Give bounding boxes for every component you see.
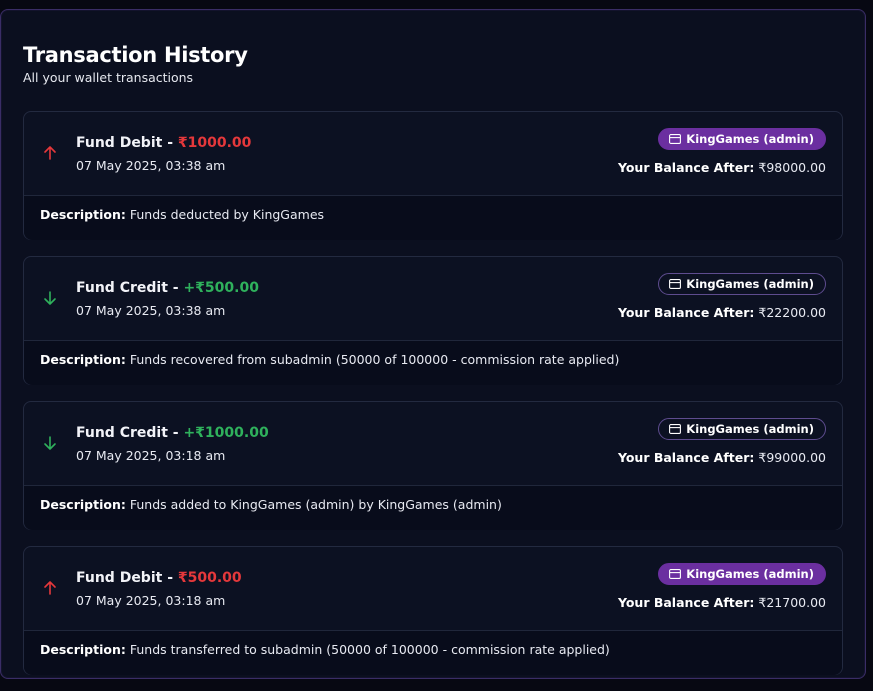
transaction-amount: +₹500.00 (183, 280, 259, 296)
transaction-history-panel: Transaction History All your wallet tran… (0, 9, 866, 679)
transaction-description: Description: Funds recovered from subadm… (40, 352, 619, 367)
account-badge[interactable]: KingGames (admin) (658, 563, 826, 585)
wallet-card-icon (669, 279, 682, 289)
arrow-down-icon (44, 291, 56, 305)
title-separator: - (162, 135, 178, 151)
transaction-amount: ₹1000.00 (177, 135, 252, 151)
transaction-summary: Fund Credit - +₹500.00 07 May 2025, 03:3… (24, 257, 842, 341)
arrow-up-icon (44, 146, 56, 160)
balance-after-label: Your Balance After: (617, 305, 755, 320)
title-separator: - (167, 425, 184, 441)
arrow-down-icon (44, 436, 56, 450)
transaction-card[interactable]: Fund Debit - ₹1000.00 07 May 2025, 03:38… (23, 111, 843, 240)
balance-after: Your Balance After: ₹99000.00 (618, 450, 826, 465)
transaction-date: 07 May 2025, 03:38 am (76, 158, 226, 173)
transaction-summary: Fund Debit - ₹1000.00 07 May 2025, 03:38… (24, 112, 842, 196)
transaction-title: Fund Credit - +₹500.00 (76, 280, 259, 296)
arrow-up-icon (44, 581, 56, 595)
transaction-description: Description: Funds added to KingGames (a… (40, 497, 502, 512)
transaction-amount: ₹500.00 (177, 570, 242, 586)
description-label: Description: (40, 497, 126, 512)
description-label: Description: (40, 642, 126, 657)
description-text: Funds deducted by KingGames (129, 207, 325, 222)
description-label: Description: (40, 207, 126, 222)
description-text: Funds added to KingGames (admin) by King… (129, 497, 502, 512)
description-label: Description: (40, 352, 126, 367)
title-separator: - (162, 570, 178, 586)
balance-after: Your Balance After: ₹98000.00 (618, 160, 826, 175)
account-badge-label: KingGames (admin) (686, 277, 814, 291)
transaction-list: Fund Debit - ₹1000.00 07 May 2025, 03:38… (23, 111, 843, 691)
transaction-amount: +₹1000.00 (183, 425, 269, 441)
transaction-card[interactable]: Fund Debit - ₹500.00 07 May 2025, 03:18 … (23, 546, 843, 675)
transaction-type: Fund Credit (76, 425, 168, 441)
balance-after-value: ₹99000.00 (758, 450, 826, 465)
description-text: Funds transferred to subadmin (50000 of … (129, 642, 610, 657)
transaction-summary: Fund Credit - +₹1000.00 07 May 2025, 03:… (24, 402, 842, 486)
page-subtitle: All your wallet transactions (23, 70, 194, 85)
transaction-description-row: Description: Funds recovered from subadm… (24, 341, 842, 385)
transaction-type: Fund Debit (76, 135, 163, 151)
balance-after-label: Your Balance After: (617, 160, 755, 175)
balance-after-value: ₹21700.00 (758, 595, 826, 610)
title-separator: - (167, 280, 184, 296)
transaction-title: Fund Debit - ₹1000.00 (76, 135, 251, 151)
account-badge-label: KingGames (admin) (686, 422, 814, 436)
transaction-summary: Fund Debit - ₹500.00 07 May 2025, 03:18 … (24, 547, 842, 631)
transaction-description: Description: Funds deducted by KingGames (40, 207, 324, 222)
balance-after: Your Balance After: ₹22200.00 (618, 305, 826, 320)
balance-after: Your Balance After: ₹21700.00 (618, 595, 826, 610)
account-badge-label: KingGames (admin) (686, 132, 814, 146)
transaction-description: Description: Funds transferred to subadm… (40, 642, 610, 657)
transaction-description-row: Description: Funds added to KingGames (a… (24, 486, 842, 530)
wallet-card-icon (669, 424, 682, 434)
transaction-date: 07 May 2025, 03:18 am (76, 593, 226, 608)
transaction-description-row: Description: Funds transferred to subadm… (24, 631, 842, 675)
account-badge-label: KingGames (admin) (686, 567, 814, 581)
transaction-card[interactable]: Fund Credit - +₹1000.00 07 May 2025, 03:… (23, 401, 843, 530)
page-title: Transaction History (23, 43, 248, 67)
account-badge[interactable]: KingGames (admin) (658, 128, 826, 150)
wallet-card-icon (669, 569, 682, 579)
transaction-date: 07 May 2025, 03:18 am (76, 448, 226, 463)
transaction-card[interactable]: Fund Credit - +₹500.00 07 May 2025, 03:3… (23, 256, 843, 385)
transaction-type: Fund Debit (76, 570, 163, 586)
transaction-description-row: Description: Funds deducted by KingGames (24, 196, 842, 240)
transaction-date: 07 May 2025, 03:38 am (76, 303, 226, 318)
wallet-card-icon (669, 134, 682, 144)
description-text: Funds recovered from subadmin (50000 of … (129, 352, 620, 367)
transaction-type: Fund Credit (76, 280, 168, 296)
balance-after-value: ₹98000.00 (758, 160, 826, 175)
account-badge[interactable]: KingGames (admin) (658, 273, 826, 295)
balance-after-label: Your Balance After: (617, 450, 755, 465)
account-badge[interactable]: KingGames (admin) (658, 418, 826, 440)
transaction-title: Fund Credit - +₹1000.00 (76, 425, 269, 441)
transaction-title: Fund Debit - ₹500.00 (76, 570, 242, 586)
balance-after-value: ₹22200.00 (758, 305, 826, 320)
balance-after-label: Your Balance After: (617, 595, 755, 610)
